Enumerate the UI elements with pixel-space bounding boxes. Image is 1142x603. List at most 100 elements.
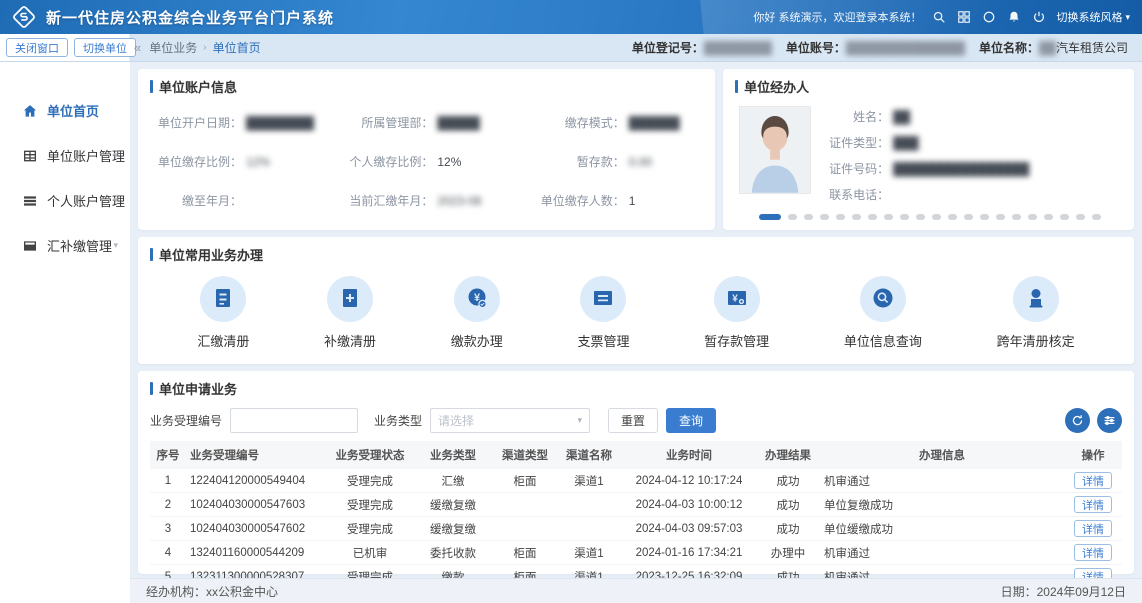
account-field: 单位缴存比例：12% xyxy=(150,153,341,170)
carousel-dot[interactable] xyxy=(980,214,989,220)
carousel-dot[interactable] xyxy=(788,214,797,220)
service-item-2[interactable]: 补缴清册 xyxy=(324,276,376,350)
sidebar-item-label: 单位首页 xyxy=(47,101,99,120)
carousel-dot[interactable] xyxy=(996,214,1005,220)
field-value: 12% xyxy=(437,155,461,169)
sidebar-item-1[interactable]: 单位首页 xyxy=(0,88,130,133)
carousel-dot[interactable] xyxy=(1028,214,1037,220)
carousel-dot[interactable] xyxy=(1012,214,1021,220)
theme-switch[interactable]: 切换系统风格 ▾ xyxy=(1056,9,1130,25)
account-field: 单位开户日期：████████ xyxy=(150,114,341,131)
sidebar-item-3[interactable]: 个人账户管理▾ xyxy=(0,178,130,223)
table-cell: 渠道1 xyxy=(556,469,622,493)
carousel-dot[interactable] xyxy=(900,214,909,220)
detail-button[interactable]: 详情 xyxy=(1074,544,1112,561)
agent-field: 姓名：██ xyxy=(827,108,1029,125)
account-field: 缴至年月： xyxy=(150,192,341,209)
service-label: 单位信息查询 xyxy=(844,331,922,350)
close-window-button[interactable]: 关闭窗口 xyxy=(6,38,68,57)
field-label: 单位缴存人数： xyxy=(533,192,625,209)
column-header: 序号 xyxy=(150,441,186,469)
table-cell: 102404030000547603 xyxy=(186,493,328,517)
footer-org: 经办机构：xx公积金中心 xyxy=(146,583,278,600)
business-type-select[interactable]: 请选择 ▾ xyxy=(430,408,590,433)
agent-photo xyxy=(739,106,811,194)
carousel-dot[interactable] xyxy=(852,214,861,220)
service-label: 跨年清册核定 xyxy=(997,331,1075,350)
sidebar-item-label: 汇补缴管理 xyxy=(47,236,112,255)
unit-register-value: ████████ xyxy=(704,41,772,55)
carousel-dot[interactable] xyxy=(836,214,845,220)
table-cell: 成功 xyxy=(756,517,820,541)
breadcrumb-separator-icon: › xyxy=(203,42,206,53)
carousel-dot[interactable] xyxy=(1092,214,1101,220)
table-cell xyxy=(494,517,556,541)
service-item-6[interactable]: 单位信息查询 xyxy=(844,276,922,350)
service-item-7[interactable]: 跨年清册核定 xyxy=(997,276,1075,350)
unit-agent-card: 单位经办人 姓名：██证件类 xyxy=(723,69,1134,230)
applications-title: 单位申请业务 xyxy=(159,379,237,398)
field-label: 姓名： xyxy=(827,108,889,125)
bell-icon[interactable] xyxy=(1006,10,1021,25)
table-cell xyxy=(556,493,622,517)
payment-handle-icon: ¥ xyxy=(465,286,489,313)
field-value: 1 xyxy=(629,194,636,208)
query-button[interactable]: 查询 xyxy=(666,408,716,433)
service-label: 缴款办理 xyxy=(451,331,503,350)
svg-text:¥: ¥ xyxy=(732,293,738,304)
column-header: 业务受理编号 xyxy=(186,441,328,469)
detail-button[interactable]: 详情 xyxy=(1074,472,1112,489)
table-cell xyxy=(494,493,556,517)
carousel-dot[interactable] xyxy=(1076,214,1085,220)
unit-account-value: ██████████████ xyxy=(846,41,965,55)
carousel-dot[interactable] xyxy=(759,214,781,220)
table-cell: 单位复缴成功 xyxy=(820,493,1064,517)
search-icon[interactable] xyxy=(931,10,946,25)
app-logo-icon xyxy=(12,5,36,29)
sidebar-collapse-icon[interactable]: « xyxy=(130,34,145,61)
table-row: 3102404030000547602受理完成缓缴复缴2024-04-03 09… xyxy=(150,517,1122,541)
field-label: 所属管理部： xyxy=(341,114,433,131)
chevron-down-icon: ▾ xyxy=(113,150,118,161)
table-cell xyxy=(556,517,622,541)
carousel-dot[interactable] xyxy=(916,214,925,220)
carousel-dot[interactable] xyxy=(804,214,813,220)
field-label: 证件号码： xyxy=(827,160,889,177)
unit-register-label: 单位登记号： xyxy=(632,41,704,55)
carousel-dot[interactable] xyxy=(884,214,893,220)
table-cell: 已机审 xyxy=(328,541,412,565)
carousel-dot[interactable] xyxy=(1060,214,1069,220)
carousel-dot[interactable] xyxy=(948,214,957,220)
sidebar-item-2[interactable]: 单位账户管理▾ xyxy=(0,133,130,178)
service-item-1[interactable]: 汇缴清册 xyxy=(197,276,249,350)
apps-grid-icon[interactable] xyxy=(956,10,971,25)
switch-unit-button[interactable]: 切换单位 xyxy=(74,38,136,57)
personal-account-icon xyxy=(22,193,38,209)
table-cell: 办理中 xyxy=(756,541,820,565)
detail-button[interactable]: 详情 xyxy=(1074,496,1112,513)
refresh-icon[interactable] xyxy=(1065,408,1090,433)
agent-field: 证件号码：████████████████ xyxy=(827,160,1029,177)
detail-button[interactable]: 详情 xyxy=(1074,520,1112,537)
reset-button[interactable]: 重置 xyxy=(608,408,658,433)
sidebar-item-4[interactable]: 汇补缴管理▾ xyxy=(0,223,130,268)
column-header: 办理结果 xyxy=(756,441,820,469)
breadcrumb-parent[interactable]: 单位业务 xyxy=(149,39,197,56)
carousel-dot[interactable] xyxy=(868,214,877,220)
table-cell: 成功 xyxy=(756,493,820,517)
carousel-dot[interactable] xyxy=(820,214,829,220)
power-icon[interactable] xyxy=(1031,10,1046,25)
fullscreen-icon[interactable] xyxy=(981,10,996,25)
table-cell: 成功 xyxy=(756,469,820,493)
account-info-title: 单位账户信息 xyxy=(159,77,237,96)
service-item-4[interactable]: 支票管理 xyxy=(577,276,629,350)
column-settings-icon[interactable] xyxy=(1097,408,1122,433)
carousel-dot[interactable] xyxy=(932,214,941,220)
field-value: ████████ xyxy=(246,116,314,130)
service-item-5[interactable]: ¥暂存款管理 xyxy=(704,276,769,350)
accept-number-input[interactable] xyxy=(230,408,358,433)
service-item-3[interactable]: ¥ 缴款办理 xyxy=(451,276,503,350)
carousel-dot[interactable] xyxy=(964,214,973,220)
carousel-dot[interactable] xyxy=(1044,214,1053,220)
column-header: 渠道类型 xyxy=(494,441,556,469)
